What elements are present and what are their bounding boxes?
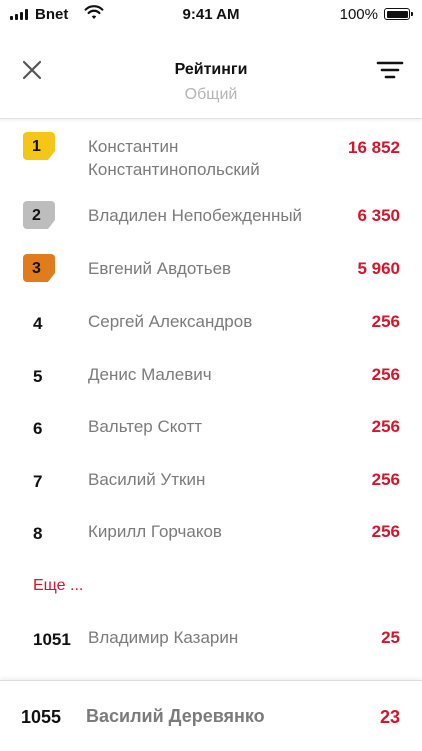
- filter-icon: [376, 61, 404, 79]
- battery-percent: 100%: [339, 6, 378, 23]
- status-bar: Bnet 9:41 AM 100%: [0, 0, 422, 28]
- player-name: Василий Уткин: [88, 470, 206, 489]
- player-score: 16 852: [348, 138, 400, 157]
- rating-row-8[interactable]: 8 Кирилл Горчаков 256: [0, 514, 422, 564]
- current-user-row[interactable]: 1055 Василий Деревянко 23: [0, 680, 422, 751]
- gold-medal-badge: 1: [23, 132, 55, 160]
- player-name: Кирилл Горчаков: [88, 522, 222, 541]
- rank-number: 7: [33, 472, 43, 491]
- rank-number: 8: [33, 524, 43, 543]
- rank-number: 5: [33, 367, 43, 386]
- player-name: Владилен Непобежденный: [88, 206, 303, 225]
- filter-button[interactable]: [376, 58, 404, 82]
- player-score: 256: [371, 522, 400, 541]
- player-score: 256: [371, 312, 400, 331]
- current-user-rank: 1055: [21, 707, 62, 727]
- player-name: Сергей Александров: [88, 312, 253, 331]
- rating-row-2[interactable]: 2 Владилен Непобежденный 6 350: [0, 198, 422, 248]
- rank-number: 6: [33, 419, 43, 438]
- rating-row-1[interactable]: 1 Константин Константинопольский 16 852: [0, 120, 422, 186]
- rating-row-3[interactable]: 3 Евгений Авдотьев 5 960: [0, 251, 422, 301]
- player-name: Константин Константинопольский: [88, 137, 260, 179]
- current-user-score: 23: [379, 707, 400, 727]
- battery-icon: [384, 8, 413, 20]
- rank-number: 4: [33, 314, 43, 333]
- rating-row-7[interactable]: 7 Василий Уткин 256: [0, 462, 422, 512]
- navigation-bar: Рейтинги Общий: [0, 38, 422, 119]
- show-more-link[interactable]: Еще ...: [33, 577, 83, 595]
- player-name: Владимир Казарин: [88, 628, 239, 647]
- current-user-name: Василий Деревянко: [86, 706, 265, 726]
- player-score: 5 960: [357, 259, 400, 278]
- rating-row-4[interactable]: 4 Сергей Александров 256: [0, 304, 422, 354]
- rating-row-6[interactable]: 6 Вальтер Скотт 256: [0, 409, 422, 459]
- player-score: 256: [371, 365, 400, 384]
- page-title: Рейтинги: [174, 61, 248, 78]
- silver-medal-badge: 2: [23, 201, 55, 229]
- player-score: 256: [371, 417, 400, 436]
- player-name: Вальтер Скотт: [88, 417, 203, 436]
- rating-row-extra[interactable]: 1051 Владимир Казарин 25: [0, 620, 422, 670]
- player-score: 6 350: [357, 206, 400, 225]
- rank-number: 1051: [33, 630, 71, 649]
- rating-row-5[interactable]: 5 Денис Малевич 256: [0, 357, 422, 407]
- bronze-medal-badge: 3: [23, 254, 55, 282]
- player-name: Денис Малевич: [88, 365, 212, 384]
- page-subtitle: Общий: [184, 86, 238, 103]
- player-score: 25: [381, 628, 400, 647]
- player-name: Евгений Авдотьев: [88, 259, 232, 278]
- player-score: 256: [371, 470, 400, 489]
